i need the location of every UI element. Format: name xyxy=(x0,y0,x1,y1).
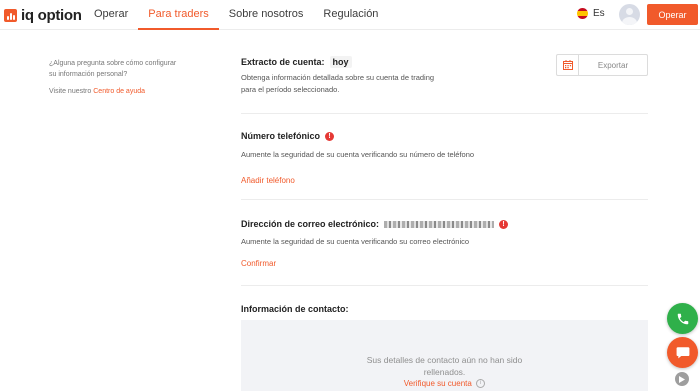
help-question: ¿Alguna pregunta sobre cómo configurar s… xyxy=(49,60,177,78)
email-title-label: Dirección de correo electrónico: xyxy=(241,219,380,229)
statement-description: Obtenga información detallada sobre su c… xyxy=(241,72,434,96)
export-button[interactable]: Exportar xyxy=(556,54,648,76)
phone-title: Número telefónico ! xyxy=(241,131,335,141)
help-visit-row: Visite nuestro Centro de ayuda xyxy=(49,88,179,95)
contact-title: Información de contacto: xyxy=(241,304,349,314)
verify-row: Verifique su cuenta i xyxy=(241,378,648,389)
logo-icon xyxy=(4,9,17,22)
contact-empty-box: Sus detalles de contacto aún no han sido… xyxy=(241,320,648,391)
info-icon[interactable]: i xyxy=(476,379,486,389)
phone-section: Número telefónico ! Aumente la seguridad… xyxy=(241,114,648,200)
main-nav: Operar Para traders Sobre nosotros Regul… xyxy=(84,0,388,30)
contact-empty-line1: Sus detalles de contacto aún no han sido xyxy=(366,355,523,365)
nav-sobre-nosotros[interactable]: Sobre nosotros xyxy=(219,0,314,30)
statement-title: Extracto de cuenta: hoy xyxy=(241,56,352,68)
phone-call-button[interactable] xyxy=(667,303,698,334)
nav-regulacion[interactable]: Regulación xyxy=(313,0,388,30)
help-visit-prefix: Visite nuestro xyxy=(49,88,92,95)
play-button[interactable] xyxy=(675,372,689,386)
logo[interactable]: iq option xyxy=(4,7,82,24)
chat-bubble-icon xyxy=(676,347,689,359)
contact-empty-line2: rellenados. xyxy=(423,367,466,377)
email-section: Dirección de correo electrónico: ! Aumen… xyxy=(241,200,648,286)
add-phone-link[interactable]: Añadir teléfono xyxy=(241,176,295,185)
verify-account-link[interactable]: Verifique su cuenta xyxy=(404,379,472,388)
nav-operar[interactable]: Operar xyxy=(84,0,138,30)
language-selector[interactable]: Es xyxy=(577,8,605,19)
warning-icon: ! xyxy=(499,219,509,229)
operar-button[interactable]: Operar xyxy=(647,4,698,25)
email-description: Aumente la seguridad de su cuenta verifi… xyxy=(241,237,470,246)
help-center-link[interactable]: Centro de ayuda xyxy=(93,88,145,95)
email-title: Dirección de correo electrónico: ! xyxy=(241,219,509,229)
top-header: iq option Operar Para traders Sobre noso… xyxy=(0,0,700,30)
contact-empty-message: Sus detalles de contacto aún no han sido… xyxy=(241,354,648,378)
statement-description-line2: para el período seleccionado. xyxy=(241,85,340,94)
avatar[interactable] xyxy=(619,4,640,25)
logo-text: iq option xyxy=(21,7,82,24)
export-label: Exportar xyxy=(597,60,629,70)
statement-section: Extracto de cuenta: hoy Obtenga informac… xyxy=(241,32,648,114)
confirm-email-link[interactable]: Confirmar xyxy=(241,259,276,268)
statement-period[interactable]: hoy xyxy=(329,56,352,68)
main-content: Extracto de cuenta: hoy Obtenga informac… xyxy=(241,32,648,391)
help-sidebar: ¿Alguna pregunta sobre cómo configurar s… xyxy=(49,59,179,95)
statement-title-label: Extracto de cuenta: xyxy=(241,57,325,67)
phone-title-label: Número telefónico xyxy=(241,131,321,141)
language-label: Es xyxy=(593,8,605,19)
warning-icon: ! xyxy=(325,131,335,141)
calendar-icon[interactable] xyxy=(557,55,579,75)
statement-description-line1: Obtenga información detallada sobre su c… xyxy=(241,73,435,82)
masked-email xyxy=(384,220,495,228)
nav-para-traders[interactable]: Para traders xyxy=(138,0,219,30)
phone-description: Aumente la seguridad de su cuenta verifi… xyxy=(241,150,475,159)
chat-button[interactable] xyxy=(667,337,698,368)
phone-icon xyxy=(677,313,688,324)
play-icon xyxy=(679,375,685,383)
spain-flag-icon xyxy=(577,8,588,19)
